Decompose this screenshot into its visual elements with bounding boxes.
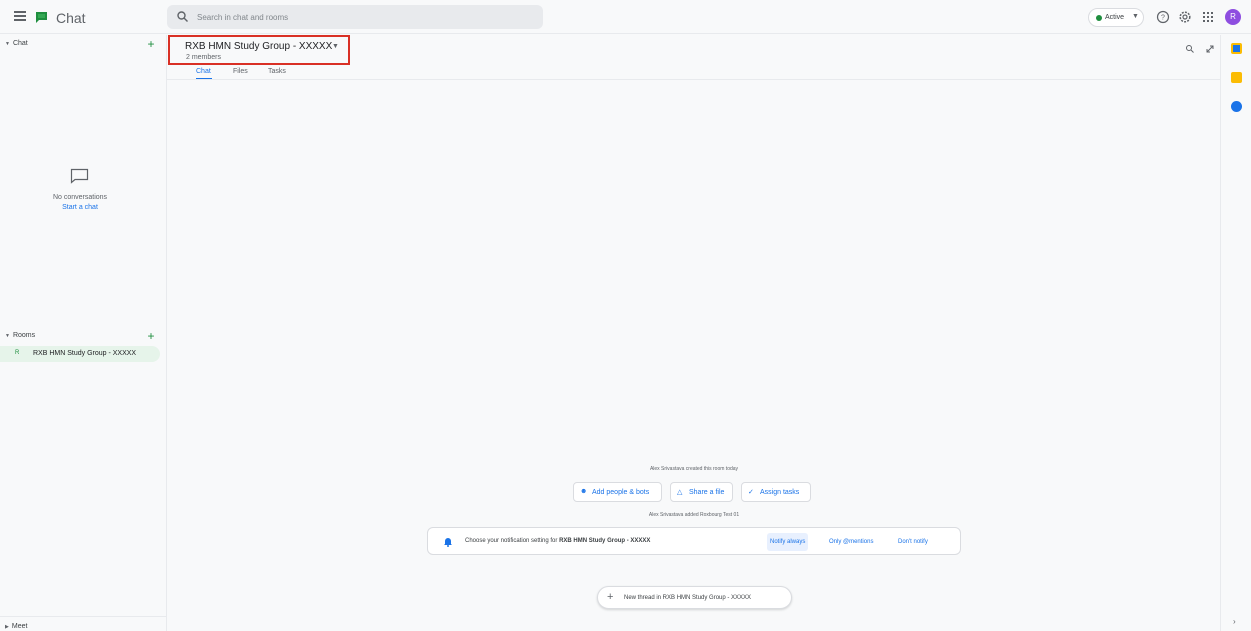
chevron-down-icon[interactable]: ▼ bbox=[332, 43, 339, 50]
room-header[interactable]: RXB HMN Study Group - XXXXX ▼ 2 members bbox=[168, 35, 350, 65]
chat-section-header[interactable]: ▼ Chat bbox=[5, 40, 28, 47]
help-icon[interactable]: ? bbox=[1156, 10, 1170, 24]
apps-grid-icon[interactable] bbox=[1201, 10, 1215, 24]
meet-section-label: Meet bbox=[11, 623, 28, 630]
add-people-button[interactable]: ☻ Add people & bots bbox=[573, 482, 662, 502]
search-icon[interactable] bbox=[176, 10, 190, 24]
status-dot bbox=[1096, 15, 1102, 21]
tasks-icon[interactable] bbox=[1231, 101, 1242, 112]
no-conversations-text: No conversations bbox=[52, 194, 108, 201]
room-members: 2 members bbox=[186, 54, 222, 61]
room-main: RXB HMN Study Group - XXXXX ▼ 2 members … bbox=[166, 35, 1221, 631]
app-title[interactable]: Chat bbox=[56, 10, 86, 26]
room-initial: R bbox=[15, 350, 20, 356]
menu-icon[interactable] bbox=[14, 11, 26, 21]
meet-section-header[interactable]: ▶ Meet bbox=[5, 623, 27, 630]
keep-icon[interactable] bbox=[1231, 72, 1242, 83]
chat-logo-icon bbox=[36, 12, 47, 23]
settings-icon[interactable] bbox=[1178, 10, 1192, 24]
add-people-label: Add people & bots bbox=[592, 489, 650, 496]
rooms-section-label: Rooms bbox=[12, 332, 36, 339]
search-bar[interactable] bbox=[167, 5, 543, 29]
share-file-label: Share a file bbox=[689, 489, 725, 496]
svg-text:?: ? bbox=[1161, 15, 1165, 22]
triangle-right-icon: ▶ bbox=[5, 624, 9, 630]
task-check-icon: ✓ bbox=[748, 489, 754, 496]
start-chat-link[interactable]: Start a chat bbox=[0, 204, 160, 211]
calendar-icon[interactable] bbox=[1231, 43, 1242, 54]
new-thread-button[interactable]: + New thread in RXB HMN Study Group - XX… bbox=[597, 586, 792, 609]
divider bbox=[0, 616, 166, 617]
add-person-icon: ☻ bbox=[580, 488, 588, 495]
drive-icon: △ bbox=[677, 489, 683, 496]
status-label: Active bbox=[1105, 14, 1125, 21]
notification-prompt-prefix: Choose your notification setting for bbox=[465, 538, 560, 544]
triangle-down-icon: ▼ bbox=[5, 41, 10, 47]
rooms-section-header[interactable]: ▼ Rooms bbox=[5, 332, 35, 339]
tab-tasks[interactable]: Tasks bbox=[268, 68, 286, 75]
notify-always-option[interactable]: Notify always bbox=[767, 533, 809, 551]
sidebar-item-room[interactable]: R RXB HMN Study Group - XXXXX bbox=[0, 346, 160, 362]
status-dropdown[interactable]: Active ▼ bbox=[1088, 8, 1144, 27]
assign-tasks-label: Assign tasks bbox=[760, 489, 800, 496]
top-bar: Chat Active ▼ ? R bbox=[0, 0, 1251, 34]
share-file-button[interactable]: △ Share a file bbox=[670, 482, 733, 502]
avatar[interactable]: R bbox=[1225, 9, 1241, 25]
divider bbox=[167, 79, 1221, 80]
add-room-plus-icon[interactable]: + bbox=[146, 330, 156, 342]
chat-bubble-icon bbox=[70, 168, 89, 184]
only-mentions-option[interactable]: Only @mentions bbox=[826, 533, 876, 551]
notification-prompt: Choose your notification setting for RXB… bbox=[465, 538, 650, 544]
search-input[interactable] bbox=[197, 9, 527, 25]
room-created-message: Alex Srivastava created this room today bbox=[649, 466, 739, 472]
chevron-right-icon[interactable]: › bbox=[1233, 617, 1236, 626]
room-label: RXB HMN Study Group - XXXXX bbox=[33, 350, 137, 357]
new-thread-label: New thread in RXB HMN Study Group - XXXX… bbox=[624, 595, 752, 601]
dont-notify-option[interactable]: Don't notify bbox=[895, 533, 931, 551]
assign-tasks-button[interactable]: ✓ Assign tasks bbox=[741, 482, 811, 502]
bell-icon bbox=[444, 538, 452, 547]
search-icon[interactable] bbox=[1185, 44, 1195, 54]
notification-setting-card: Choose your notification setting for RXB… bbox=[427, 527, 961, 555]
member-added-message: Alex Srivastava added Roxbourg Test 01 bbox=[648, 512, 740, 518]
chat-section-label: Chat bbox=[12, 40, 28, 47]
pop-out-icon[interactable] bbox=[1205, 44, 1215, 54]
plus-icon: + bbox=[607, 591, 614, 603]
notification-room-name: RXB HMN Study Group - XXXXX bbox=[559, 538, 651, 544]
tab-files[interactable]: Files bbox=[233, 68, 248, 75]
chevron-down-icon: ▼ bbox=[1132, 13, 1139, 20]
start-chat-plus-icon[interactable]: + bbox=[146, 38, 156, 50]
room-title[interactable]: RXB HMN Study Group - XXXXX bbox=[185, 41, 332, 52]
triangle-down-icon: ▼ bbox=[5, 333, 10, 339]
side-panel: › bbox=[1220, 35, 1251, 631]
sidebar: ▼ Chat + No conversations Start a chat ▼ R… bbox=[0, 35, 166, 631]
tab-chat[interactable]: Chat bbox=[196, 68, 211, 75]
